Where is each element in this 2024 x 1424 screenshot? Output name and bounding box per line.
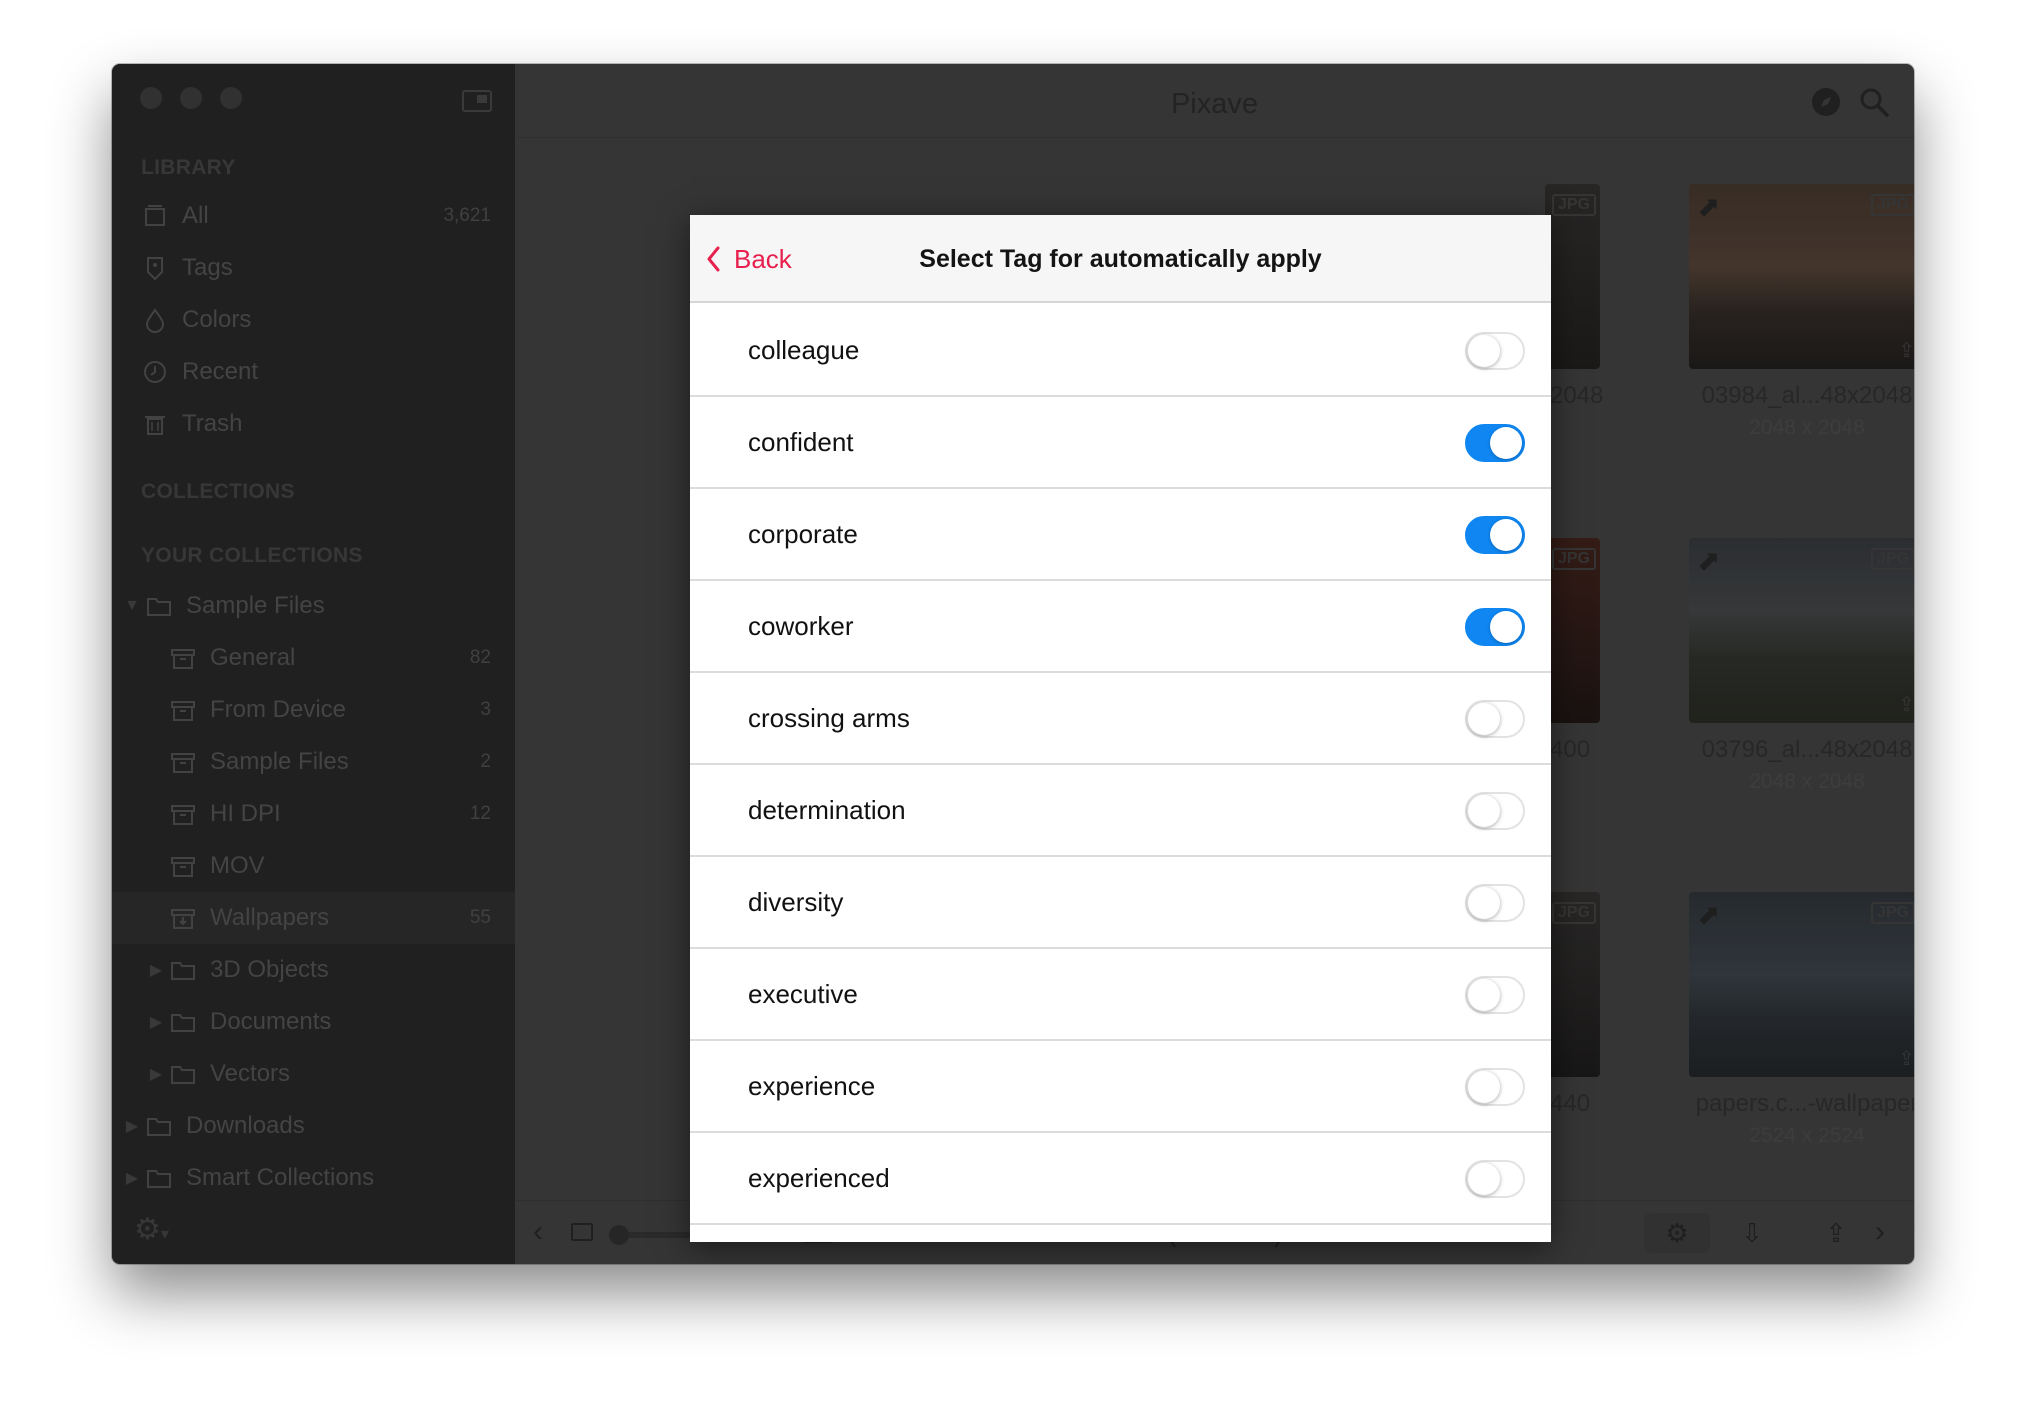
tag-row[interactable]: colleague xyxy=(690,305,1551,397)
toggle-knob xyxy=(1468,703,1500,735)
tag-row[interactable]: confident xyxy=(690,397,1551,489)
tag-row[interactable]: determination xyxy=(690,765,1551,857)
tag-row[interactable]: executive xyxy=(690,949,1551,1041)
tag-label: diversity xyxy=(748,886,844,917)
toggle-knob xyxy=(1468,979,1500,1011)
tag-label: colleague xyxy=(748,334,860,365)
toggle-knob xyxy=(1468,795,1500,827)
tag-select-sheet: Back Select Tag for automatically apply … xyxy=(690,215,1551,1242)
tag-label: experienced xyxy=(748,1162,890,1193)
tag-label: corporate xyxy=(748,518,858,549)
tag-row[interactable]: diversity xyxy=(690,857,1551,949)
tag-toggle-switch[interactable] xyxy=(1465,516,1525,554)
toggle-knob xyxy=(1468,887,1500,919)
tag-row[interactable]: coworker xyxy=(690,581,1551,673)
tag-toggle-switch[interactable] xyxy=(1465,884,1525,922)
tag-toggle-switch[interactable] xyxy=(1465,976,1525,1014)
sheet-title: Select Tag for automatically apply xyxy=(919,245,1322,273)
toggle-knob xyxy=(1490,611,1522,643)
tag-label: coworker xyxy=(748,610,854,641)
tag-row[interactable]: corporate xyxy=(690,489,1551,581)
sheet-header: Back Select Tag for automatically apply xyxy=(690,215,1551,303)
tag-toggle-switch[interactable] xyxy=(1465,332,1525,370)
tag-label: determination xyxy=(748,794,906,825)
tag-toggle-switch[interactable] xyxy=(1465,700,1525,738)
tag-label: confident xyxy=(748,426,854,457)
tag-toggle-switch[interactable] xyxy=(1465,1160,1525,1198)
tag-toggle-switch[interactable] xyxy=(1465,792,1525,830)
tag-toggle-switch[interactable] xyxy=(1465,424,1525,462)
app-window: LIBRARY All 3,621 Tags Colors Recent Trash CO… xyxy=(112,64,1914,1264)
toggle-knob xyxy=(1490,427,1522,459)
toggle-knob xyxy=(1490,519,1522,551)
toggle-knob xyxy=(1468,1071,1500,1103)
tag-toggle-switch[interactable] xyxy=(1465,608,1525,646)
tag-toggle-switch[interactable] xyxy=(1465,1068,1525,1106)
tag-label: executive xyxy=(748,978,858,1009)
toggle-knob xyxy=(1468,1163,1500,1195)
tag-list: colleague confident corporate coworker cross… xyxy=(690,305,1551,1225)
tag-row[interactable]: experience xyxy=(690,1041,1551,1133)
tag-label: experience xyxy=(748,1070,876,1101)
tag-label: crossing arms xyxy=(748,702,910,733)
tag-row[interactable]: experienced xyxy=(690,1133,1551,1225)
tag-row[interactable]: crossing arms xyxy=(690,673,1551,765)
toggle-knob xyxy=(1468,335,1500,367)
